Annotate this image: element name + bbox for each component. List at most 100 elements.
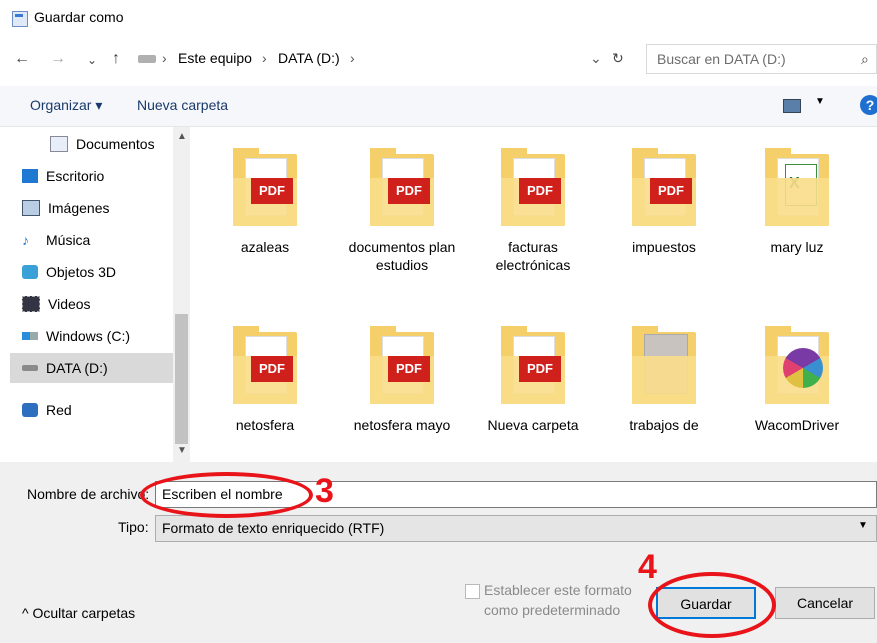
sidebar-item-escritorio[interactable]: Escritorio — [22, 161, 104, 191]
filetype-select[interactable]: Formato de texto enriquecido (RTF) — [155, 515, 877, 542]
default-format-checkbox[interactable] — [465, 584, 480, 599]
view-chevron-icon[interactable]: ▼ — [815, 96, 825, 107]
file-name: netosfera mayo — [353, 417, 451, 433]
file-name: facturas electrónicas — [495, 239, 571, 273]
sidebar-item-label: Imágenes — [48, 200, 110, 216]
up-arrow-icon[interactable]: ↑ — [112, 50, 120, 68]
default-format-label-line1: Establecer este formato — [484, 582, 632, 598]
annotation-step-3: 3 — [315, 472, 334, 510]
file-name: impuestos — [632, 239, 696, 255]
filename-label: Nombre de archivo: — [27, 486, 150, 502]
default-format-label: Establecer este formato como predetermin… — [484, 580, 632, 620]
title-bar: Guardar como — [0, 0, 877, 38]
new-folder-button[interactable]: Nueva carpeta — [137, 97, 228, 113]
pdf-icon: PDF — [519, 178, 561, 204]
file-name: trabajos de — [629, 417, 699, 433]
drive-icon — [138, 55, 156, 63]
search-placeholder: Buscar en DATA (D:) — [657, 51, 786, 67]
documents-icon — [50, 136, 68, 152]
sidebar-item-red[interactable]: Red — [22, 395, 72, 425]
network-icon — [22, 403, 38, 417]
folder-icon: PDF — [632, 148, 696, 228]
refresh-icon[interactable]: ↻ — [612, 50, 624, 67]
sidebar-item-windows-c[interactable]: Windows (C:) — [22, 321, 130, 351]
dropdown-chevron-icon[interactable]: ⌄ — [590, 50, 602, 67]
sidebar-item-imagenes[interactable]: Imágenes — [22, 193, 109, 223]
sidebar-item-documentos[interactable]: Documentos — [50, 129, 155, 159]
hide-folders-button[interactable]: ^ Ocultar carpetas — [22, 605, 135, 621]
back-arrow-icon[interactable]: ← — [14, 50, 30, 68]
command-toolbar: Organizar ▾ Nueva carpeta ▼ ? — [0, 86, 877, 127]
folder-icon: PDF — [233, 326, 297, 406]
wordpad-app-icon — [12, 11, 28, 27]
pdf-icon: PDF — [519, 356, 561, 382]
recent-chevron-icon[interactable]: ⌄ — [87, 53, 97, 67]
navigation-pane: Documentos Escritorio Imágenes ♪ Música … — [0, 127, 190, 462]
file-tile[interactable]: PDF impuestos — [604, 148, 724, 256]
scroll-down-icon[interactable]: ▼ — [177, 445, 187, 456]
filetype-label: Tipo: — [118, 519, 149, 535]
sidebar-item-label: Red — [46, 402, 72, 418]
sidebar-item-label: DATA (D:) — [46, 360, 108, 376]
sidebar-item-data-d[interactable]: DATA (D:) — [10, 353, 173, 383]
file-tile[interactable]: PDF Nueva carpeta — [473, 326, 593, 434]
default-format-label-line2: como predeterminado — [484, 602, 621, 618]
file-name: azaleas — [240, 239, 290, 255]
folder-icon — [765, 326, 829, 406]
sidebar-item-videos[interactable]: Videos — [22, 289, 91, 319]
crumb-separator-icon: › — [262, 50, 267, 66]
folder-icon — [632, 326, 696, 406]
file-tile[interactable]: WacomDriver — [737, 326, 857, 434]
annotation-step-4: 4 — [638, 548, 657, 586]
sidebar-item-label: Documentos — [76, 136, 155, 152]
3d-objects-icon — [22, 265, 38, 279]
sidebar-item-label: Windows (C:) — [46, 328, 131, 344]
annotation-circle-save — [648, 572, 776, 638]
sidebar-item-label: Escritorio — [46, 168, 105, 184]
music-icon: ♪ — [22, 232, 29, 248]
view-options-icon[interactable] — [783, 99, 801, 113]
file-tile[interactable]: trabajos de — [604, 326, 724, 434]
scrollbar-thumb[interactable] — [175, 314, 188, 444]
folder-icon: PDF — [501, 326, 565, 406]
scroll-up-icon[interactable]: ▲ — [177, 131, 187, 142]
sidebar-item-musica[interactable]: ♪ Música — [22, 225, 90, 255]
sidebar-item-label: Videos — [48, 296, 91, 312]
pdf-icon: PDF — [388, 178, 430, 204]
forward-arrow-icon[interactable]: → — [50, 50, 66, 68]
sidebar-item-objetos-3d[interactable]: Objetos 3D — [22, 257, 116, 287]
crumb-este-equipo[interactable]: Este equipo — [178, 50, 252, 66]
help-icon[interactable]: ? — [860, 95, 877, 115]
file-name: documentos plan estudios — [348, 239, 456, 273]
pdf-icon: PDF — [650, 178, 692, 204]
videos-icon — [22, 296, 40, 312]
folder-icon: PDF — [370, 148, 434, 228]
filetype-chevron-icon[interactable]: ▼ — [858, 520, 868, 531]
cancel-button[interactable]: Cancelar — [775, 587, 875, 619]
sidebar-item-label: Objetos 3D — [46, 264, 117, 280]
window-title: Guardar como — [34, 9, 124, 25]
file-name: WacomDriver — [754, 417, 840, 433]
folder-icon — [765, 148, 829, 228]
file-tile[interactable]: PDF netosfera mayo — [342, 326, 462, 434]
crumb-data-d[interactable]: DATA (D:) — [278, 50, 340, 66]
file-tile[interactable]: PDF documentos plan estudios — [342, 148, 462, 274]
wacom-logo-icon — [783, 348, 823, 388]
folder-icon: PDF — [370, 326, 434, 406]
file-tile[interactable]: PDF azaleas — [205, 148, 325, 256]
address-bar[interactable]: › Este equipo › DATA (D:) › ⌄ ↻ — [134, 44, 634, 74]
folder-icon: PDF — [233, 148, 297, 228]
search-input[interactable]: Buscar en DATA (D:) ⌕ — [646, 44, 877, 74]
sidebar-item-label: Música — [46, 232, 91, 248]
drive-d-icon — [22, 365, 38, 371]
pdf-icon: PDF — [251, 178, 293, 204]
search-icon[interactable]: ⌕ — [861, 51, 869, 68]
annotation-circle-filename — [140, 472, 313, 518]
folder-icon: PDF — [501, 148, 565, 228]
file-tile[interactable]: mary luz — [737, 148, 857, 256]
file-tile[interactable]: PDF facturas electrónicas — [473, 148, 593, 274]
file-name: Nueva carpeta — [487, 417, 579, 433]
pdf-icon: PDF — [388, 356, 430, 382]
organize-button[interactable]: Organizar ▾ — [30, 97, 102, 114]
file-tile[interactable]: PDF netosfera — [205, 326, 325, 434]
